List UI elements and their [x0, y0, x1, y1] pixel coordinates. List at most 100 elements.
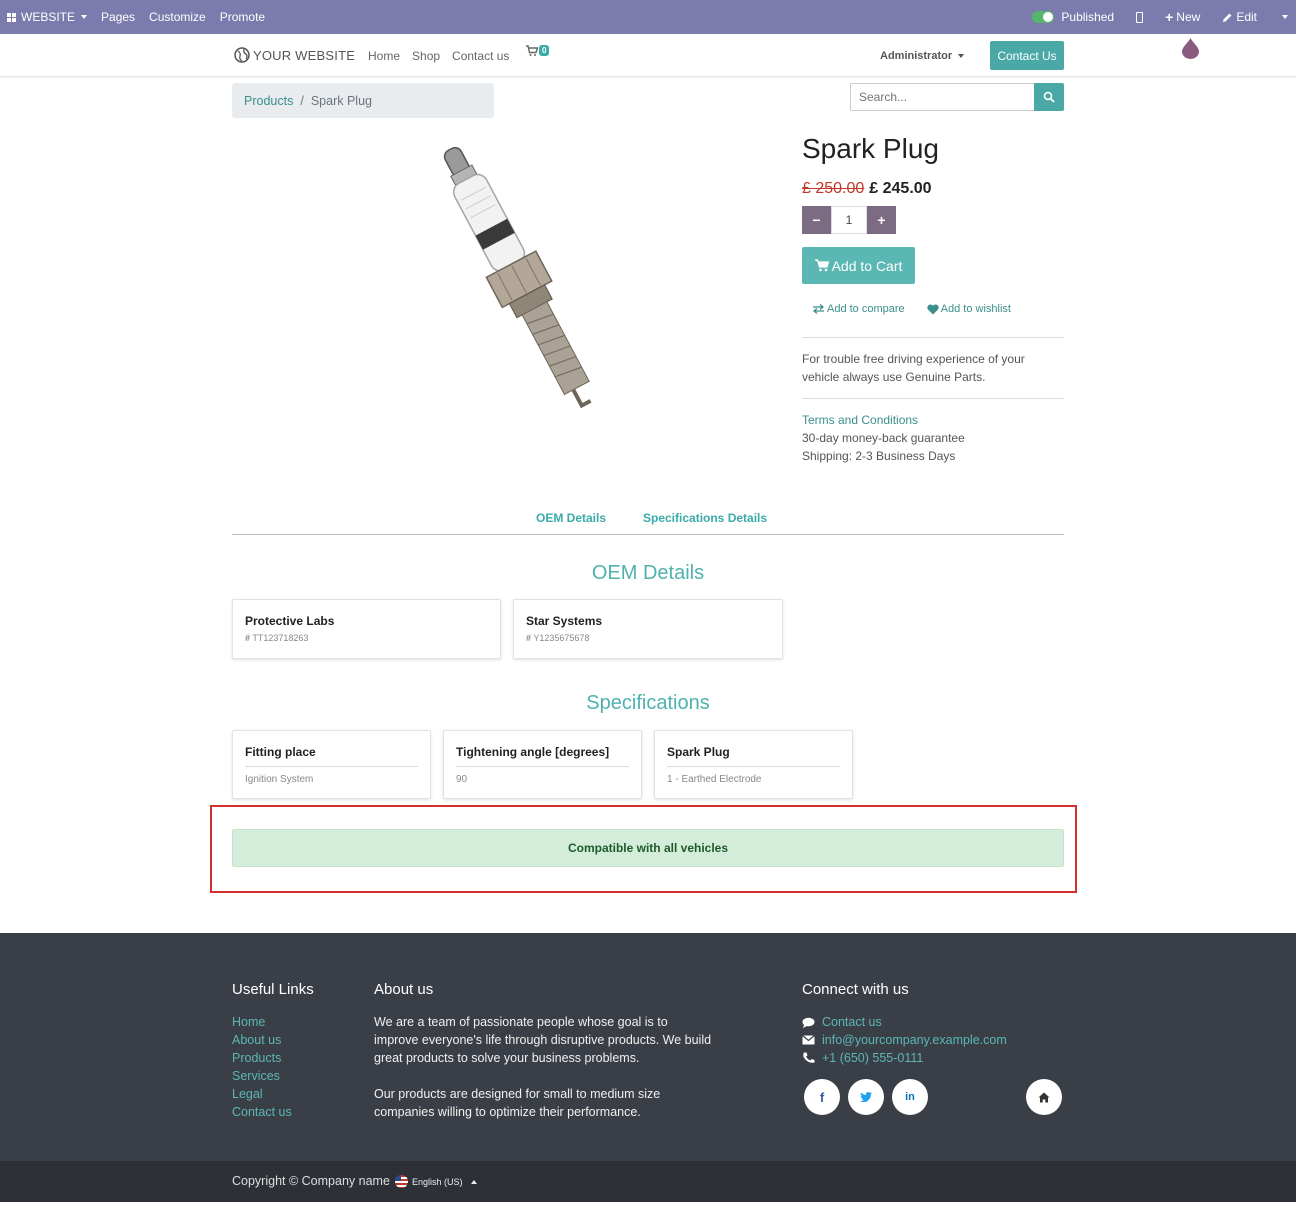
product-actions: Add to compare Add to wishlist [812, 303, 1011, 315]
old-price: £ 250.00 [802, 180, 865, 197]
spec-name: Tightening angle [degrees] [456, 745, 610, 759]
compatibility-alert: Compatible with all vehicles [232, 829, 1064, 867]
logo-text: YOUR WEBSITE [253, 47, 356, 63]
nav-contact-us[interactable]: Contact us [452, 49, 509, 63]
product-title: Spark Plug [802, 133, 939, 164]
add-to-compare-link[interactable]: Add to compare [812, 303, 905, 315]
globe-icon [234, 47, 250, 63]
footer-link-services[interactable]: Services [232, 1067, 292, 1085]
add-to-cart-button[interactable]: Add to Cart [802, 247, 915, 284]
footer-link-contact[interactable]: Contact us [232, 1103, 292, 1121]
breadcrumb-products[interactable]: Products [244, 94, 293, 108]
heart-icon [927, 304, 939, 314]
published-label: Published [1061, 10, 1115, 24]
quantity-increase-button[interactable]: + [867, 206, 896, 234]
home-icon [1038, 1092, 1050, 1102]
cart-link[interactable]: 0 [526, 45, 550, 60]
divider [802, 337, 1064, 338]
tab-oem-details[interactable]: OEM Details [536, 511, 606, 525]
published-toggle[interactable]: Published [1032, 10, 1114, 24]
footer-link-products[interactable]: Products [232, 1049, 292, 1067]
plus-icon: + [1165, 9, 1174, 25]
footer-link-about[interactable]: About us [232, 1031, 292, 1049]
divider [667, 766, 840, 767]
twitter-button[interactable] [848, 1079, 884, 1115]
new-button[interactable]: + New [1165, 9, 1200, 25]
spec-name: Fitting place [245, 745, 316, 759]
pages-menu[interactable]: Pages [101, 10, 135, 24]
plus-icon: + [877, 212, 886, 228]
product-image [443, 146, 592, 409]
envelope-icon [802, 1035, 815, 1045]
about-paragraph: Our products are designed for small to m… [374, 1087, 661, 1119]
quantity-stepper: − + [802, 206, 896, 234]
customize-menu[interactable]: Customize [149, 10, 206, 24]
minus-icon: − [812, 212, 821, 228]
twitter-icon [860, 1092, 872, 1102]
hash-icon: # [526, 633, 532, 643]
mobile-icon [1136, 11, 1144, 23]
add-to-wishlist-label: Add to wishlist [940, 303, 1011, 315]
about-paragraph: We are a team of passionate people whose… [374, 1015, 712, 1065]
nav-shop[interactable]: Shop [412, 49, 440, 63]
product-price: £ 250.00 £ 245.00 [802, 180, 932, 198]
oem-card: Star Systems # Y1235675678 [513, 599, 783, 659]
connect-list: Contact us info@yourcompany.example.com … [802, 1013, 1007, 1067]
copyright-bar: Copyright © Company name English (US) [0, 1161, 1296, 1202]
footer-link-home[interactable]: Home [232, 1013, 292, 1031]
search-input[interactable] [850, 83, 1034, 111]
more-dropdown[interactable] [1279, 15, 1288, 19]
tab-specifications-details[interactable]: Specifications Details [643, 511, 767, 525]
shipping-text: Shipping: 2-3 Business Days [802, 449, 956, 463]
contact-us-button[interactable]: Contact Us [990, 41, 1064, 70]
useful-links-title: Useful Links [232, 981, 314, 998]
connect-title: Connect with us [802, 981, 909, 998]
cart-icon [526, 45, 539, 56]
email-label: info@yourcompany.example.com [822, 1033, 1007, 1047]
spec-name: Spark Plug [667, 745, 730, 759]
caret-down-icon [1282, 15, 1288, 19]
useful-links-list: Home About us Products Services Legal Co… [232, 1013, 292, 1121]
quantity-input[interactable] [831, 206, 867, 234]
spec-card: Tightening angle [degrees] 90 [443, 730, 642, 799]
product-search [850, 83, 1064, 111]
breadcrumb-separator: / [300, 93, 304, 108]
current-price: £ 245.00 [869, 180, 932, 197]
promote-menu[interactable]: Promote [220, 10, 265, 24]
caret-down-icon [958, 54, 965, 58]
exchange-icon [812, 304, 825, 314]
oem-code: # TT123718263 [245, 633, 308, 643]
site-header: YOUR WEBSITE Home Shop Contact us 0 Admi… [0, 35, 1296, 77]
language-selector[interactable]: English (US) [395, 1175, 477, 1188]
footer-phone-link[interactable]: +1 (650) 555-0111 [802, 1049, 1007, 1067]
main-nav: Home Shop Contact us [368, 49, 509, 63]
quantity-decrease-button[interactable]: − [802, 206, 831, 234]
product-terms: Terms and Conditions 30-day money-back g… [802, 411, 965, 465]
oem-code: # Y1235675678 [526, 633, 589, 643]
user-menu[interactable]: Administrator [880, 50, 965, 62]
footer-email-link[interactable]: info@yourcompany.example.com [802, 1031, 1007, 1049]
footer-contact-link[interactable]: Contact us [802, 1013, 1007, 1031]
phone-label: +1 (650) 555-0111 [822, 1051, 924, 1065]
website-menu[interactable]: WEBSITE [7, 10, 88, 24]
home-button[interactable] [1026, 1079, 1062, 1115]
site-logo[interactable]: YOUR WEBSITE [234, 47, 355, 63]
facebook-button[interactable]: f [804, 1079, 840, 1115]
search-button[interactable] [1034, 83, 1064, 111]
footer-link-legal[interactable]: Legal [232, 1085, 292, 1103]
add-to-wishlist-link[interactable]: Add to wishlist [927, 303, 1011, 315]
edit-button[interactable]: Edit [1222, 10, 1257, 24]
oem-code-value: Y1235675678 [533, 633, 590, 643]
new-label: New [1176, 10, 1201, 24]
terms-link[interactable]: Terms and Conditions [802, 411, 965, 429]
comment-icon [802, 1017, 815, 1028]
nav-home[interactable]: Home [368, 49, 400, 63]
linkedin-button[interactable]: in [892, 1079, 928, 1115]
us-flag-icon [395, 1175, 408, 1188]
oem-name: Star Systems [526, 614, 603, 628]
specs-section-title: Specifications [586, 692, 710, 714]
apps-icon [7, 12, 16, 22]
mobile-preview-button[interactable] [1136, 11, 1144, 23]
pencil-icon [1223, 13, 1232, 22]
linkedin-icon: in [905, 1091, 915, 1103]
